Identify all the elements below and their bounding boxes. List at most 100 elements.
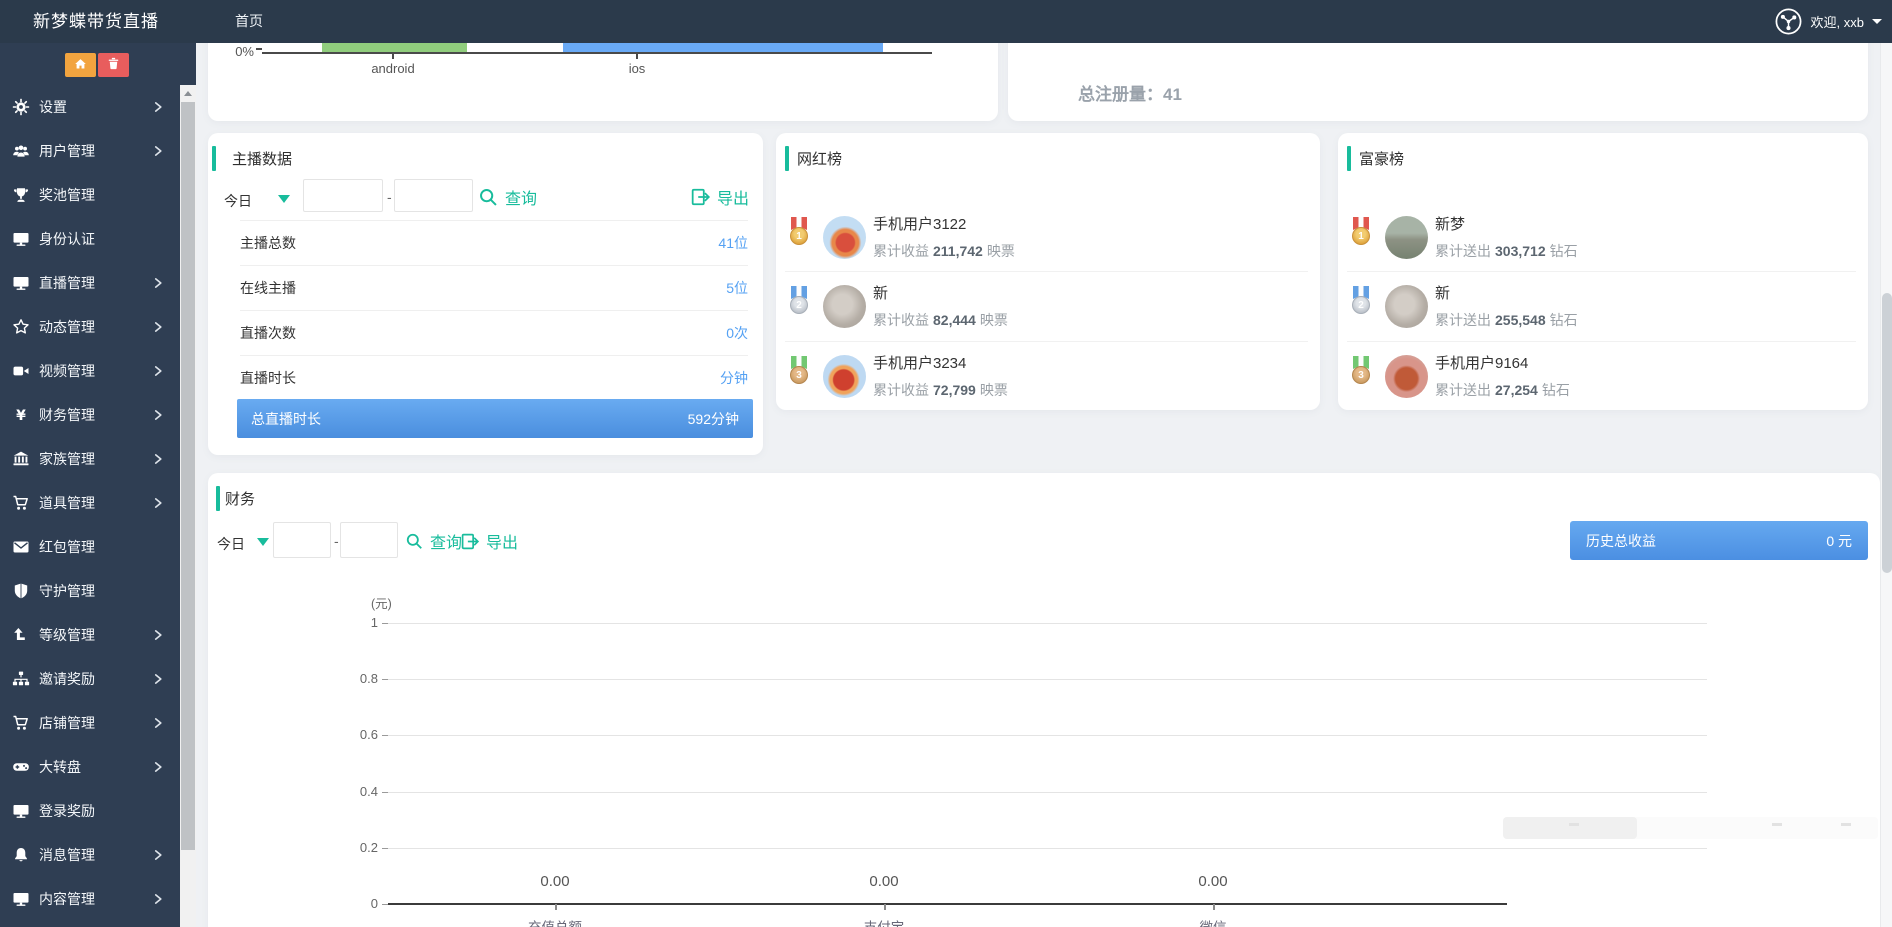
date-to-input[interactable] (394, 179, 473, 212)
date-from-input[interactable] (303, 179, 383, 212)
y-tick (382, 848, 388, 849)
sidebar-item-settings[interactable]: 设置 (0, 85, 180, 129)
user-network-avatar-icon[interactable] (1774, 7, 1803, 36)
rank-entry-name: 手机用户9164 (1435, 352, 1570, 373)
y-axis-unit: (元) (371, 593, 392, 612)
chevron-right-icon (153, 628, 164, 642)
trash-button[interactable] (98, 53, 129, 77)
stat-label: 累计收益 (873, 243, 929, 259)
sidebar-item-label: 财务管理 (39, 405, 95, 425)
video-icon (12, 362, 30, 380)
rank-entry-stat: 累计收益72,799映票 (873, 380, 1008, 400)
avatar (1385, 216, 1428, 259)
rank-entry-stat: 累计收益211,742映票 (873, 241, 1015, 261)
x-category-label: 微信 (1163, 916, 1263, 927)
search-icon (478, 187, 499, 208)
tab-home[interactable]: 首页 (235, 0, 263, 43)
rank-entry-text: 新累计送出255,548钻石 (1435, 282, 1578, 330)
export-button[interactable]: 导出 (691, 185, 749, 209)
sidebar-item-wheel[interactable]: 大转盘 (0, 745, 180, 789)
date-preset-dropdown[interactable]: 今日 (224, 191, 252, 211)
sidebar-item-finance[interactable]: ¥财务管理 (0, 393, 180, 437)
medal-rank-2-icon: 2 (788, 286, 810, 324)
home-button[interactable] (65, 53, 96, 77)
chevron-right-icon (153, 276, 164, 290)
row-label: 在线主播 (240, 278, 296, 298)
sidebar-item-label: 身份认证 (39, 229, 95, 249)
sidebar-item-family[interactable]: 家族管理 (0, 437, 180, 481)
sidebar-item-label: 消息管理 (39, 845, 95, 865)
dropdown-caret-icon[interactable] (278, 195, 290, 203)
y-tick-label: 0.4 (338, 784, 378, 799)
search-button[interactable]: 查询 (478, 185, 537, 209)
row-value: 分钟 (720, 368, 748, 388)
cart-icon (12, 714, 30, 732)
cart-icon (12, 494, 30, 512)
sidebar-item-props[interactable]: 道具管理 (0, 481, 180, 525)
medal-rank-1-icon: 1 (788, 217, 810, 255)
rank-entry-name: 新梦 (1435, 213, 1578, 234)
android-label: android (353, 61, 433, 76)
sidebar-item-prize-pool[interactable]: 奖池管理 (0, 173, 180, 217)
sidebar-item-content[interactable]: 内容管理 (0, 877, 180, 921)
rank-entry: 1手机用户3122累计收益211,742映票 (785, 203, 1308, 271)
influencer-rank-list: 1手机用户3122累计收益211,742映票2新累计收益82,444映票3手机用… (776, 203, 1320, 410)
rank-entry-stat: 累计送出27,254钻石 (1435, 380, 1570, 400)
sidebar-scrollbar (180, 85, 196, 927)
row-label: 直播次数 (240, 323, 296, 343)
y-tick (382, 792, 388, 793)
top-navbar: 新梦蝶带货直播 首页 欢迎, xxb (0, 0, 1892, 43)
chevron-right-icon (153, 144, 164, 158)
panel-title: 富豪榜 (1359, 148, 1404, 169)
rank-entry-name: 新 (1435, 282, 1578, 303)
sidebar-item-guardian[interactable]: 守护管理 (0, 569, 180, 613)
sidebar-item-label: 登录奖励 (39, 801, 95, 821)
monitor-icon (12, 230, 30, 248)
scroll-up-arrow[interactable] (180, 85, 196, 101)
medal-rank-1-icon: 1 (1350, 217, 1372, 255)
y-tick (382, 679, 388, 680)
device-chart-x-axis (262, 52, 932, 54)
navbar-user-area[interactable]: 欢迎, xxb (1774, 0, 1882, 43)
medal-number: 3 (1352, 366, 1370, 384)
dashboard-screen: 新梦蝶带货直播 首页 欢迎, xxb 设置用户管理奖池管理身份认证直播管理动态管… (0, 0, 1892, 927)
rank-entry-text: 新梦累计送出303,712钻石 (1435, 213, 1578, 261)
date-range-dash: - (387, 189, 392, 205)
sidebar-item-users[interactable]: 用户管理 (0, 129, 180, 173)
sidebar-item-invite[interactable]: 邀请奖励 (0, 657, 180, 701)
sidebar-item-red-packet[interactable]: 红包管理 (0, 525, 180, 569)
sidebar-item-identity[interactable]: 身份认证 (0, 217, 180, 261)
stat-value: 255,548 (1495, 312, 1546, 328)
rank-entry: 2新累计收益82,444映票 (785, 271, 1308, 341)
stat-label: 累计送出 (1435, 382, 1491, 398)
sidebar-item-video[interactable]: 视频管理 (0, 349, 180, 393)
chevron-right-icon (153, 100, 164, 114)
total-duration-row: 总直播时长 592分钟 (237, 399, 753, 438)
sidebar-item-shop[interactable]: 店铺管理 (0, 701, 180, 745)
avatar (1385, 355, 1428, 398)
window-scrollbar-thumb[interactable] (1882, 293, 1892, 573)
medal-number: 3 (790, 366, 808, 384)
medal-number: 2 (1352, 296, 1370, 314)
sidebar-menu: 设置用户管理奖池管理身份认证直播管理动态管理视频管理¥财务管理家族管理道具管理红… (0, 85, 180, 921)
row-label: 直播时长 (240, 368, 296, 388)
sidebar-item-login-reward[interactable]: 登录奖励 (0, 789, 180, 833)
sidebar-item-level[interactable]: 等级管理 (0, 613, 180, 657)
app-brand[interactable]: 新梦蝶带货直播 (33, 0, 159, 43)
sidebar-item-label: 直播管理 (39, 273, 95, 293)
trophy-icon (12, 186, 30, 204)
chart-scroll-thumb[interactable] (1503, 817, 1637, 839)
rank-entry-stat: 累计送出303,712钻石 (1435, 241, 1578, 261)
sidebar-item-message[interactable]: 消息管理 (0, 833, 180, 877)
avatar (1385, 285, 1428, 328)
sidebar-scrollbar-thumb[interactable] (181, 102, 195, 850)
rank-entry-text: 手机用户9164 累计送出27,254钻石 (1435, 352, 1570, 400)
welcome-text[interactable]: 欢迎, xxb (1811, 12, 1864, 31)
level-up-icon (12, 626, 30, 644)
sidebar-item-live[interactable]: 直播管理 (0, 261, 180, 305)
bar-value-label: 0.00 (844, 873, 924, 890)
y-tick (382, 904, 388, 905)
axis-tick (392, 54, 394, 59)
total-registrations-value: 41 (1163, 85, 1182, 104)
sidebar-item-moments[interactable]: 动态管理 (0, 305, 180, 349)
